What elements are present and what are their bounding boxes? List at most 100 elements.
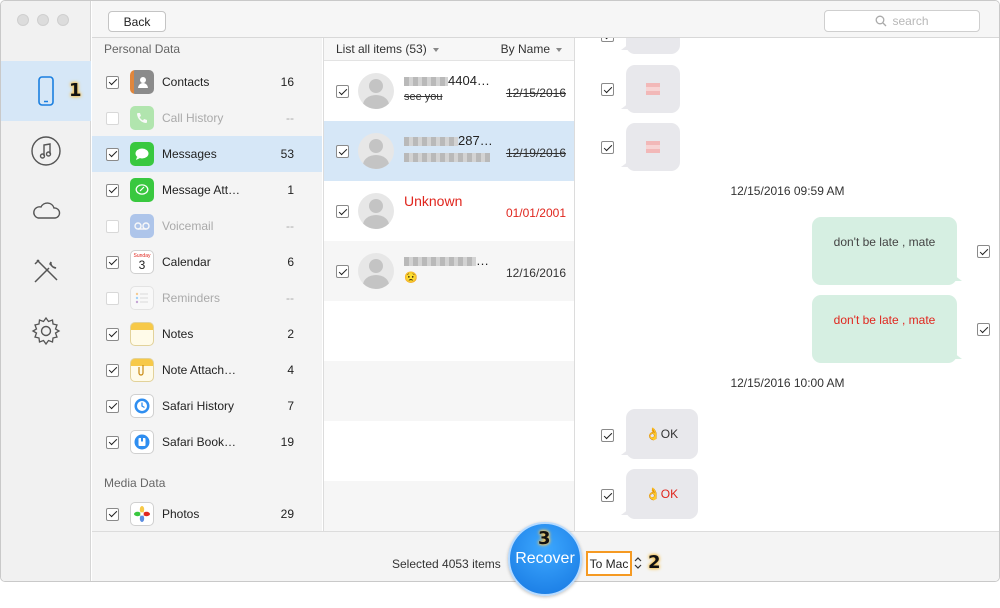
conversation-row[interactable]: 287… 12/19/2016 bbox=[324, 121, 574, 181]
message-checkbox[interactable] bbox=[977, 323, 990, 336]
category-label: Messages bbox=[162, 147, 217, 161]
rail-item-settings[interactable] bbox=[1, 301, 91, 361]
category-count: 53 bbox=[280, 147, 294, 161]
category-message-attachments[interactable]: Message Att… 1 bbox=[92, 172, 322, 208]
safari-bookmarks-checkbox[interactable] bbox=[106, 435, 119, 449]
category-safari-bookmarks[interactable]: Safari Book… 19 bbox=[92, 424, 322, 460]
category-reminders[interactable]: Reminders -- bbox=[92, 280, 322, 316]
photos-checkbox[interactable] bbox=[106, 507, 119, 521]
category-voicemail[interactable]: Voicemail -- bbox=[92, 208, 322, 244]
notes-checkbox[interactable] bbox=[106, 327, 119, 341]
empty-row bbox=[324, 361, 574, 421]
message-bubble-incoming: 👌OK bbox=[621, 469, 698, 519]
calendar-checkbox[interactable] bbox=[106, 255, 119, 269]
category-note-attachments[interactable]: Note Attach… 4 bbox=[92, 352, 322, 388]
reminders-checkbox[interactable] bbox=[106, 291, 119, 305]
message-bubble-outgoing: don't be late , mate bbox=[812, 217, 962, 285]
call-history-checkbox[interactable] bbox=[106, 111, 119, 125]
empty-row bbox=[324, 421, 574, 481]
voicemail-checkbox[interactable] bbox=[106, 219, 119, 233]
list-filter-label: List all items (53) bbox=[336, 42, 427, 56]
message-bubble-incoming bbox=[621, 123, 680, 171]
message-checkbox[interactable] bbox=[601, 38, 614, 42]
redacted-number bbox=[404, 77, 448, 87]
category-count: 6 bbox=[287, 255, 294, 269]
conversation-row[interactable]: … 😟 12/16/2016 bbox=[324, 241, 574, 301]
message-checkbox[interactable] bbox=[601, 141, 614, 154]
category-contacts[interactable]: Contacts 16 bbox=[92, 64, 322, 100]
minimize-window-button[interactable] bbox=[37, 14, 49, 26]
reminders-icon bbox=[130, 286, 154, 310]
media-data-heading: Media Data bbox=[104, 476, 166, 490]
destination-select[interactable]: To Mac bbox=[586, 551, 632, 576]
category-label: Call History bbox=[162, 111, 224, 125]
conversation-row[interactable]: Unknown 01/01/2001 bbox=[324, 181, 574, 241]
message-checkbox[interactable] bbox=[601, 429, 614, 442]
step-3-marker: 3 bbox=[538, 528, 551, 549]
notes-icon bbox=[130, 322, 154, 346]
app-window: 1 Back search Personal Data Contacts 16 bbox=[0, 0, 1000, 582]
step-2-marker: 2 bbox=[648, 552, 661, 573]
contacts-checkbox[interactable] bbox=[106, 75, 119, 89]
photos-icon bbox=[130, 502, 154, 526]
category-safari-history[interactable]: Safari History 7 bbox=[92, 388, 322, 424]
message-text-deleted: 👌OK bbox=[645, 487, 679, 501]
avatar bbox=[358, 193, 394, 229]
back-button[interactable]: Back bbox=[108, 11, 166, 32]
chevron-down-icon bbox=[556, 47, 562, 52]
category-notes[interactable]: Notes 2 bbox=[92, 316, 322, 352]
sort-dropdown[interactable]: By Name bbox=[501, 42, 562, 56]
search-field[interactable]: search bbox=[824, 10, 980, 32]
category-label: Notes bbox=[162, 327, 194, 341]
messages-checkbox[interactable] bbox=[106, 147, 119, 161]
nav-rail: 1 bbox=[1, 1, 91, 581]
conversation-checkbox[interactable] bbox=[336, 85, 349, 98]
conversation-name-suffix: 4404… bbox=[448, 73, 490, 88]
category-photos[interactable]: Photos 29 bbox=[92, 496, 322, 531]
message-checkbox[interactable] bbox=[977, 245, 990, 258]
safari-history-checkbox[interactable] bbox=[106, 399, 119, 413]
image-attachment-thumbnail bbox=[646, 83, 660, 95]
conversation-name-suffix: … bbox=[476, 253, 489, 268]
voicemail-icon bbox=[130, 214, 154, 238]
category-count: 1 bbox=[287, 183, 294, 197]
message-checkbox[interactable] bbox=[601, 489, 614, 502]
rail-item-tools[interactable] bbox=[1, 241, 91, 301]
toolbar: Back search bbox=[92, 1, 999, 38]
category-count: 29 bbox=[280, 507, 294, 521]
category-label: Message Att… bbox=[162, 183, 241, 197]
category-label: Calendar bbox=[162, 255, 211, 269]
safari-bookmark-icon bbox=[130, 430, 154, 454]
conversation-name: … bbox=[404, 253, 489, 268]
conversation-name: 4404… bbox=[404, 73, 490, 88]
conversation-checkbox[interactable] bbox=[336, 145, 349, 158]
close-window-button[interactable] bbox=[17, 14, 29, 26]
iphone-icon bbox=[38, 76, 54, 106]
note-attachment-icon bbox=[130, 358, 154, 382]
message-thread: 12/15/2016 09:59 AM don't be late , mate… bbox=[576, 38, 999, 531]
updown-chevron-icon[interactable] bbox=[634, 556, 642, 570]
zoom-window-button[interactable] bbox=[57, 14, 69, 26]
category-call-history[interactable]: Call History -- bbox=[92, 100, 322, 136]
conversation-checkbox[interactable] bbox=[336, 205, 349, 218]
conversation-row[interactable]: 4404… see you 12/15/2016 bbox=[324, 61, 574, 121]
category-messages[interactable]: Messages 53 bbox=[92, 136, 322, 172]
conversation-checkbox[interactable] bbox=[336, 265, 349, 278]
rail-item-music[interactable] bbox=[1, 121, 91, 181]
music-note-icon bbox=[31, 136, 61, 166]
category-label: Safari Book… bbox=[162, 435, 237, 449]
note-attachments-checkbox[interactable] bbox=[106, 363, 119, 377]
conversation-date: 12/15/2016 bbox=[505, 86, 566, 100]
personal-data-heading: Personal Data bbox=[104, 42, 181, 56]
avatar bbox=[358, 253, 394, 289]
rail-item-cloud[interactable] bbox=[1, 181, 91, 241]
list-filter-dropdown[interactable]: List all items (53) bbox=[336, 42, 439, 56]
message-attachments-checkbox[interactable] bbox=[106, 183, 119, 197]
message-text: don't be late , mate bbox=[833, 235, 936, 249]
message-checkbox[interactable] bbox=[601, 83, 614, 96]
redacted-number bbox=[404, 137, 458, 147]
category-label: Photos bbox=[162, 507, 200, 521]
conversation-date: 12/19/2016 bbox=[505, 146, 566, 160]
category-calendar[interactable]: Sunday 3 Calendar 6 bbox=[92, 244, 322, 280]
category-label: Safari History bbox=[162, 399, 235, 413]
